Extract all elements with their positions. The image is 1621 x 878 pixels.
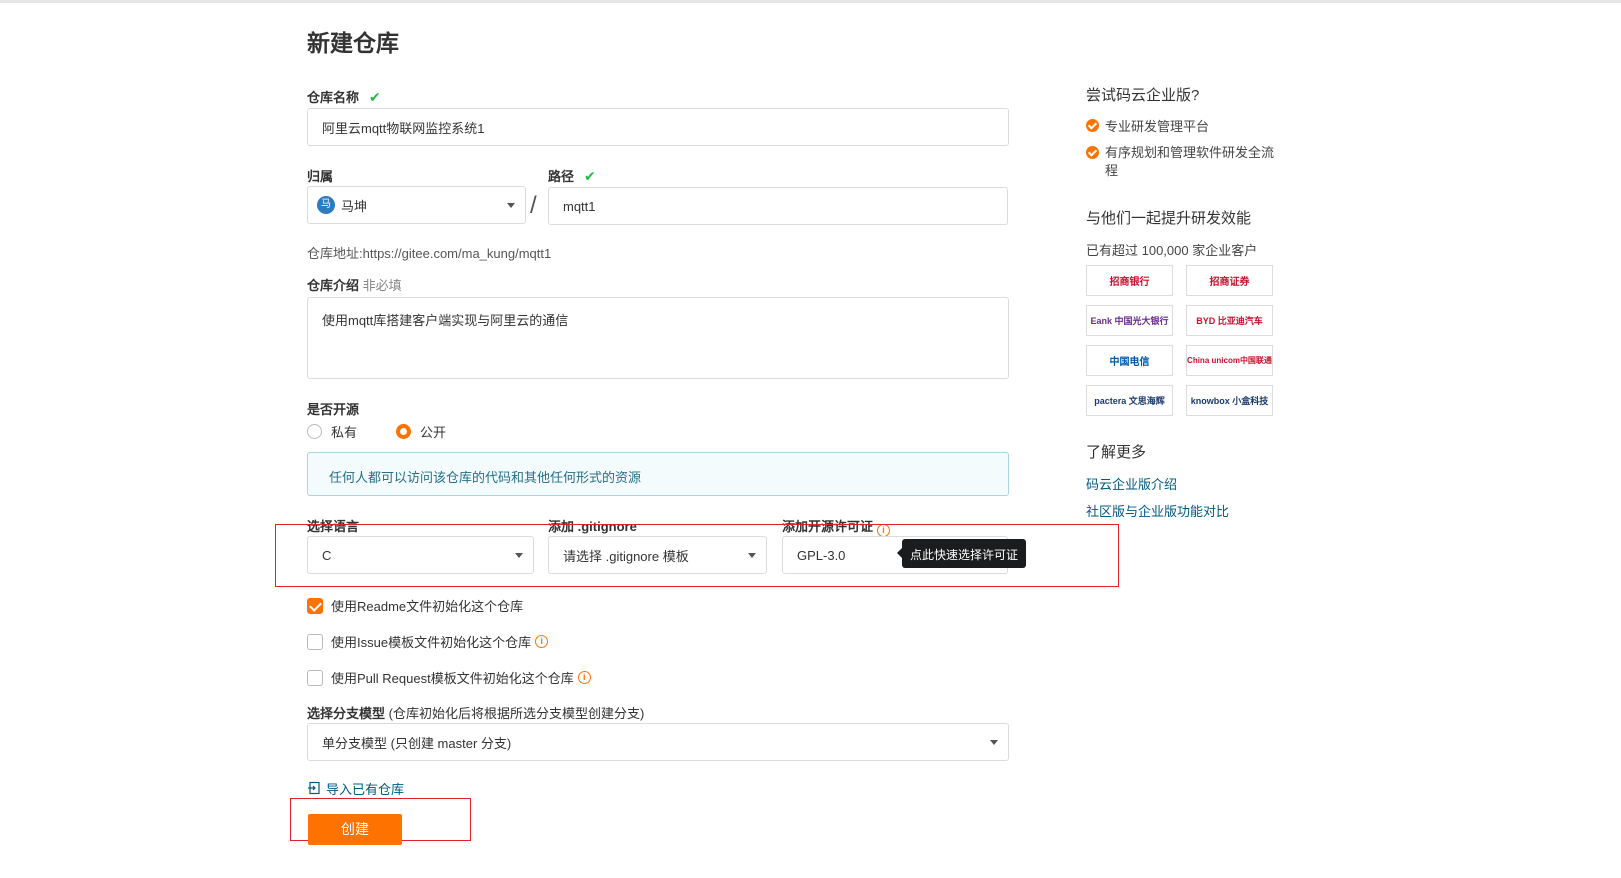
repo-name-input[interactable]: 阿里云mqtt物联网监控系统1 [307, 108, 1009, 146]
chevron-down-icon [515, 553, 523, 558]
valid-check-icon: ✔ [369, 89, 381, 105]
init-issue-checkbox[interactable] [307, 633, 323, 650]
path-label: 路径 ✔ [548, 166, 596, 185]
visibility-label: 是否开源 [307, 402, 360, 417]
gitignore-value: 请选择 .gitignore 模板 [563, 548, 689, 564]
repo-address-label: 仓库地址: [307, 246, 363, 261]
path-value: mqtt1 [563, 198, 596, 214]
feature-item: 有序规划和管理软件研发全流程 [1086, 144, 1281, 180]
gitignore-select[interactable]: 请选择 .gitignore 模板 [548, 536, 767, 574]
chevron-down-icon [990, 740, 998, 745]
intro-label: 仓库介绍 非必填 [307, 275, 402, 294]
owner-label: 归属 [307, 169, 334, 184]
repo-address: 仓库地址:https://gitee.com/ma_kung/mqtt1 [307, 243, 551, 262]
path-separator: / [530, 192, 537, 219]
together-title: 与他们一起提升研发效能 [1086, 210, 1252, 227]
logo-unicom: China unicom中国联通 [1187, 356, 1272, 365]
intro-textarea[interactable]: 使用mqtt库搭建客户端实现与阿里云的通信 [307, 297, 1009, 379]
radio-public-circle[interactable] [396, 424, 411, 439]
init-readme-checkbox[interactable] [307, 597, 323, 614]
import-link[interactable]: 导入已有仓库 [307, 779, 404, 798]
tooltip-arrow [897, 548, 902, 558]
owner-value: 马坤 [341, 198, 368, 214]
customer-logo: pactera 文思海辉 [1086, 385, 1173, 416]
owner-select[interactable]: 马 马坤 [307, 186, 526, 224]
compare-editions-link[interactable]: 社区版与企业版功能对比 [1086, 501, 1229, 520]
customer-logo: 招商证券 [1186, 265, 1273, 296]
repo-name-label-text: 仓库名称 [307, 90, 360, 105]
logo-pactera: pactera 文思海辉 [1094, 396, 1165, 406]
logo-knowbox: knowbox 小盒科技 [1190, 396, 1269, 406]
customers-count: 已有超过 100,000 家企业客户 [1086, 243, 1258, 258]
visibility-notice: 任何人都可以访问该仓库的代码和其他任何形式的资源 [307, 452, 1009, 496]
init-pr-option[interactable]: 使用Pull Request模板文件初始化这个仓库 i [307, 668, 591, 687]
radio-private-label: 私有 [331, 425, 358, 440]
repo-address-value: https://gitee.com/ma_kung/mqtt1 [362, 246, 552, 261]
path-input[interactable]: mqtt1 [548, 187, 1008, 225]
customer-logo: 招商银行 [1086, 265, 1173, 296]
branch-select[interactable]: 单分支模型 (只创建 master 分支) [307, 723, 1009, 761]
valid-check-icon: ✔ [584, 168, 596, 184]
customer-logo: knowbox 小盒科技 [1186, 385, 1273, 416]
customer-logo: BYD 比亚迪汽车 [1186, 305, 1273, 336]
path-label-text: 路径 [548, 169, 575, 184]
enterprise-intro-link[interactable]: 码云企业版介绍 [1086, 474, 1177, 493]
language-value: C [322, 547, 332, 563]
chevron-down-icon [748, 553, 756, 558]
feature-item: 专业研发管理平台 [1086, 116, 1209, 135]
init-readme-label: 使用Readme文件初始化这个仓库 [331, 599, 524, 614]
init-issue-option[interactable]: 使用Issue模板文件初始化这个仓库 i [307, 632, 549, 651]
radio-public[interactable]: 公开 [396, 422, 446, 441]
more-title: 了解更多 [1086, 444, 1147, 461]
language-select[interactable]: C [307, 536, 534, 574]
intro-value: 使用mqtt库搭建客户端实现与阿里云的通信 [322, 313, 569, 328]
init-readme-option[interactable]: 使用Readme文件初始化这个仓库 [307, 596, 523, 615]
branch-label: 选择分支模型 (仓库初始化后将根据所选分支模型创建分支) [307, 703, 644, 722]
radio-public-label: 公开 [420, 425, 447, 440]
info-icon[interactable]: i [535, 635, 549, 648]
import-link-text: 导入已有仓库 [326, 782, 405, 797]
logo-byd: BYD 比亚迪汽车 [1196, 316, 1263, 326]
customer-logo: 中国电信 [1086, 345, 1173, 376]
logo-cebbank: Eank 中国光大银行 [1090, 316, 1169, 326]
feature-text: 有序规划和管理软件研发全流程 [1105, 145, 1275, 178]
radio-private-circle[interactable] [307, 424, 322, 439]
logo-cmb: 招商银行 [1109, 277, 1150, 288]
import-icon [308, 781, 320, 795]
license-value: GPL-3.0 [797, 547, 846, 563]
feature-text: 专业研发管理平台 [1105, 119, 1210, 134]
repo-name-value: 阿里云mqtt物联网监控系统1 [322, 120, 485, 136]
intro-optional: 非必填 [362, 278, 402, 293]
radio-private[interactable]: 私有 [307, 422, 357, 441]
chevron-down-icon [507, 203, 515, 208]
customer-logo: China unicom中国联通 [1186, 345, 1273, 376]
branch-label-text: 选择分支模型 [307, 706, 386, 721]
top-border [0, 0, 1621, 3]
page-title: 新建仓库 [307, 30, 399, 56]
init-pr-label: 使用Pull Request模板文件初始化这个仓库 [331, 671, 574, 686]
check-circle-icon [1086, 146, 1099, 159]
branch-hint: (仓库初始化后将根据所选分支模型创建分支) [388, 706, 645, 721]
customer-logo: Eank 中国光大银行 [1086, 305, 1173, 336]
init-pr-checkbox[interactable] [307, 669, 323, 686]
init-issue-label: 使用Issue模板文件初始化这个仓库 [331, 635, 532, 650]
intro-label-text: 仓库介绍 [307, 278, 360, 293]
repo-name-label: 仓库名称 ✔ [307, 87, 381, 106]
license-tooltip-text: 点此快速选择许可证 [910, 548, 1019, 562]
branch-value: 单分支模型 (只创建 master 分支) [322, 735, 512, 751]
enterprise-title: 尝试码云企业版? [1086, 87, 1200, 104]
owner-avatar: 马 [317, 196, 335, 214]
logo-cmbsec: 招商证券 [1209, 277, 1250, 288]
license-tooltip: 点此快速选择许可证 [897, 539, 1027, 568]
check-circle-icon [1086, 119, 1099, 132]
create-button[interactable]: 创建 [308, 814, 402, 845]
info-icon[interactable]: i [577, 671, 591, 684]
logo-telecom: 中国电信 [1109, 357, 1150, 368]
